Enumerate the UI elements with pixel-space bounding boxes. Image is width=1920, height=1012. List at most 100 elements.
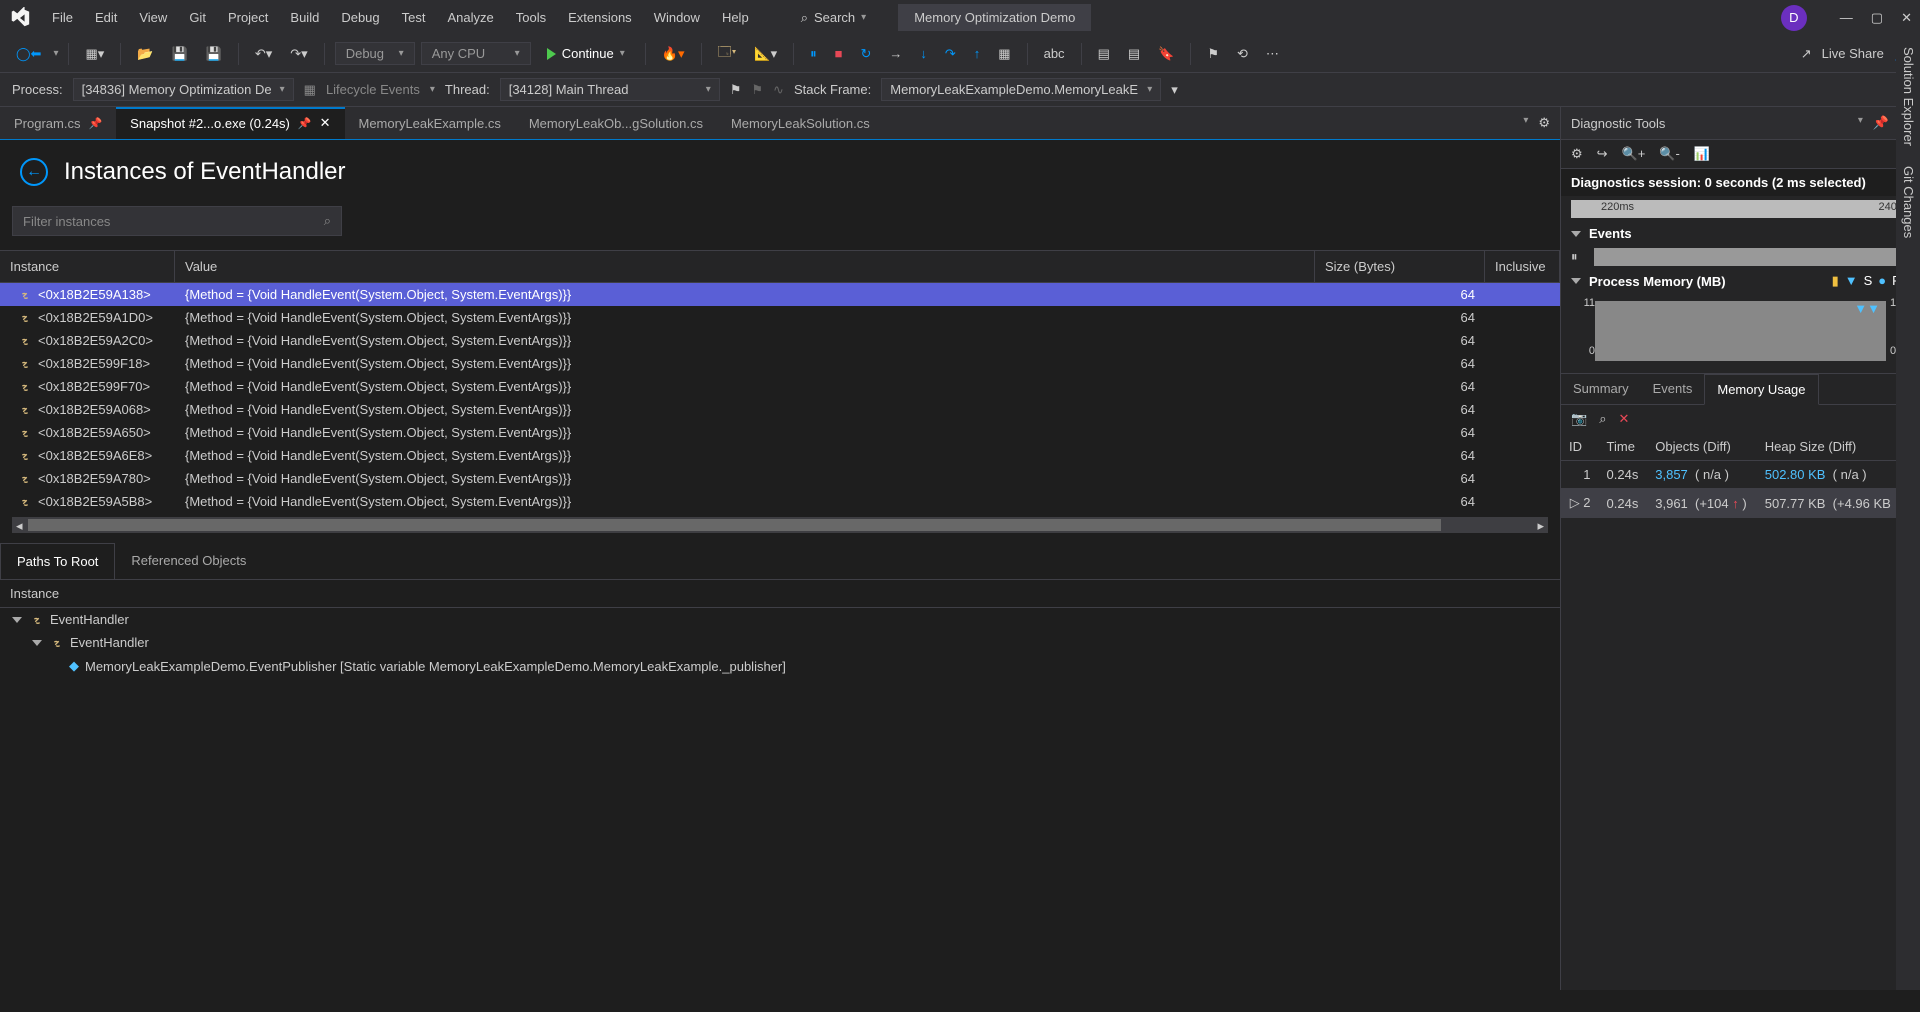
snapshot-row[interactable]: ▷ 20.24s3,961 (+104 ↑ )507.77 KB (+4.96 … — [1561, 489, 1920, 518]
uncomment-icon[interactable]: ▤ — [1122, 42, 1146, 66]
continue-button[interactable]: Continue ▾ — [537, 43, 635, 64]
instance-row[interactable]: <0x18B2E59A5B8>{Method = {Void HandleEve… — [0, 490, 1560, 513]
maximize-icon[interactable]: ▢ — [1871, 10, 1883, 26]
code-map-icon[interactable]: ▦ — [992, 42, 1016, 66]
tree-row[interactable]: ◆MemoryLeakExampleDemo.EventPublisher [S… — [0, 654, 1560, 678]
pin-icon[interactable]: 📌 — [1873, 115, 1889, 131]
tab-overflow-icon[interactable]: ▾ — [1523, 115, 1528, 131]
stackframe-dropdown[interactable]: MemoryLeakExampleDemo.MemoryLeakE▾ — [881, 78, 1161, 101]
stop-icon[interactable]: ■ — [829, 42, 849, 65]
instance-row[interactable]: <0x18B2E59A138>{Method = {Void HandleEve… — [0, 283, 1560, 306]
instance-row[interactable]: <0x18B2E59A1D0>{Method = {Void HandleEve… — [0, 306, 1560, 329]
process-dropdown[interactable]: [34836] Memory Optimization De▾ — [73, 78, 294, 101]
save-icon[interactable]: 💾 — [165, 42, 193, 66]
expand-icon[interactable] — [12, 617, 22, 623]
close-tab-icon[interactable]: ✕ — [320, 115, 331, 131]
events-track[interactable] — [1594, 248, 1901, 266]
export-icon[interactable]: ↪ — [1597, 146, 1608, 162]
col-instance[interactable]: Instance — [0, 251, 175, 282]
menu-edit[interactable]: Edit — [85, 4, 127, 31]
back-button[interactable]: ← — [20, 158, 48, 186]
global-search[interactable]: ⌕ Search ▾ — [789, 6, 879, 30]
menu-extensions[interactable]: Extensions — [558, 4, 642, 31]
document-tab[interactable]: MemoryLeakOb...gSolution.cs — [515, 108, 717, 139]
pin-icon[interactable]: 📌 — [88, 117, 102, 130]
chart-icon[interactable]: 📊 — [1694, 146, 1710, 162]
snapshot-row[interactable]: 10.24s3,857 ( n/a )502.80 KB ( n/a ) — [1561, 461, 1920, 489]
document-tab[interactable]: Snapshot #2...o.exe (0.24s)📌✕ — [116, 107, 344, 139]
col-value[interactable]: Value — [175, 251, 1315, 282]
show-threads-icon[interactable]: ⚑ — [751, 82, 763, 98]
paths-tree[interactable]: EventHandlerEventHandler◆MemoryLeakExamp… — [0, 608, 1560, 678]
save-all-icon[interactable]: 💾 — [200, 42, 228, 66]
pause-icon[interactable]: ⏸ — [804, 42, 823, 66]
scrollbar-thumb[interactable] — [28, 519, 1441, 531]
ruler-icon[interactable]: 📐▾ — [748, 42, 783, 66]
live-share-label[interactable]: Live Share — [1822, 46, 1884, 61]
user-avatar[interactable]: D — [1781, 5, 1807, 31]
diag-tab-summary[interactable]: Summary — [1561, 374, 1641, 404]
panel-menu-icon[interactable]: ▾ — [1858, 115, 1863, 131]
search-snapshot-icon[interactable]: ⌕ — [1599, 411, 1606, 427]
browser-link-icon[interactable]: 🗔▾ — [712, 39, 743, 69]
document-tab[interactable]: MemoryLeakSolution.cs — [717, 108, 884, 139]
menu-debug[interactable]: Debug — [331, 4, 389, 31]
delete-snapshot-icon[interactable]: ✕ — [1618, 411, 1629, 427]
expand-icon[interactable] — [32, 640, 42, 646]
document-tab[interactable]: Program.cs📌 — [0, 108, 116, 139]
toolbar-options-icon[interactable]: ▾ — [1171, 82, 1178, 98]
paths-tab[interactable]: Referenced Objects — [115, 543, 262, 579]
snap-col[interactable]: ID — [1561, 433, 1599, 461]
menu-git[interactable]: Git — [179, 4, 216, 31]
find-in-files-icon[interactable]: abc — [1038, 42, 1071, 65]
menu-project[interactable]: Project — [218, 4, 278, 31]
instance-row[interactable]: <0x18B2E599F70>{Method = {Void HandleEve… — [0, 375, 1560, 398]
instance-row[interactable]: <0x18B2E59A068>{Method = {Void HandleEve… — [0, 398, 1560, 421]
horizontal-scrollbar[interactable]: ◂ ▸ — [12, 517, 1548, 533]
document-tab[interactable]: MemoryLeakExample.cs — [345, 108, 515, 139]
filter-threads-icon[interactable]: ∿ — [773, 82, 784, 98]
paths-col-instance[interactable]: Instance — [0, 580, 900, 607]
new-item-button[interactable]: ▦▾ — [79, 42, 110, 66]
menu-analyze[interactable]: Analyze — [437, 4, 503, 31]
chevron-down-icon[interactable]: ▾ — [53, 48, 58, 59]
tree-row[interactable]: EventHandler — [0, 631, 1560, 654]
step-out-icon[interactable]: ↑ — [968, 42, 987, 65]
hot-reload-icon[interactable]: 🔥▾ — [656, 42, 691, 66]
solution-explorer-tab[interactable]: Solution Explorer — [1900, 47, 1916, 146]
col-inclusive[interactable]: Inclusive — [1485, 251, 1560, 282]
tree-row[interactable]: EventHandler — [0, 608, 1560, 631]
menu-tools[interactable]: Tools — [506, 4, 556, 31]
menu-window[interactable]: Window — [644, 4, 710, 31]
snap-col[interactable]: Time — [1599, 433, 1648, 461]
redo-button[interactable]: ↷▾ — [284, 42, 313, 66]
config-dropdown[interactable]: Debug▾ — [335, 42, 415, 65]
nav-back-button[interactable]: ◯⬅ — [10, 42, 47, 66]
scroll-left-icon[interactable]: ◂ — [16, 518, 23, 534]
snap-objects[interactable]: 3,857 ( n/a ) — [1647, 461, 1756, 489]
take-snapshot-icon[interactable]: 📷 — [1571, 411, 1587, 427]
diag-tab-events[interactable]: Events — [1641, 374, 1705, 404]
settings-icon[interactable]: ⚙ — [1571, 146, 1583, 162]
bookmark-icon[interactable]: 🔖 — [1152, 42, 1180, 66]
events-section[interactable]: Events — [1561, 222, 1920, 245]
instances-grid[interactable]: <0x18B2E59A138>{Method = {Void HandleEve… — [0, 283, 1560, 513]
sync-icon[interactable]: ⟲ — [1231, 42, 1254, 66]
lifecycle-icon[interactable]: ▦ — [304, 82, 316, 98]
show-next-icon[interactable]: → — [883, 42, 908, 65]
memory-section[interactable]: Process Memory (MB) ▮ ▼ S ● P... — [1561, 269, 1920, 293]
menu-file[interactable]: File — [42, 4, 83, 31]
instance-row[interactable]: <0x18B2E59A780>{Method = {Void HandleEve… — [0, 467, 1560, 490]
col-size[interactable]: Size (Bytes) — [1315, 251, 1485, 282]
zoom-out-icon[interactable]: 🔍- — [1659, 146, 1680, 162]
tab-settings-icon[interactable]: ⚙ — [1538, 115, 1550, 131]
instance-row[interactable]: <0x18B2E59A650>{Method = {Void HandleEve… — [0, 421, 1560, 444]
close-icon[interactable]: ✕ — [1901, 10, 1912, 26]
git-changes-tab[interactable]: Git Changes — [1900, 166, 1916, 238]
instance-row[interactable]: <0x18B2E59A6E8>{Method = {Void HandleEve… — [0, 444, 1560, 467]
filter-input[interactable]: Filter instances ⌕ — [12, 206, 342, 236]
undo-button[interactable]: ↶▾ — [249, 42, 278, 66]
settings-icon[interactable]: ⋯ — [1260, 42, 1285, 66]
pause-events-icon[interactable]: ⏸ — [1571, 249, 1578, 265]
thread-dropdown[interactable]: [34128] Main Thread▾ — [500, 78, 720, 101]
